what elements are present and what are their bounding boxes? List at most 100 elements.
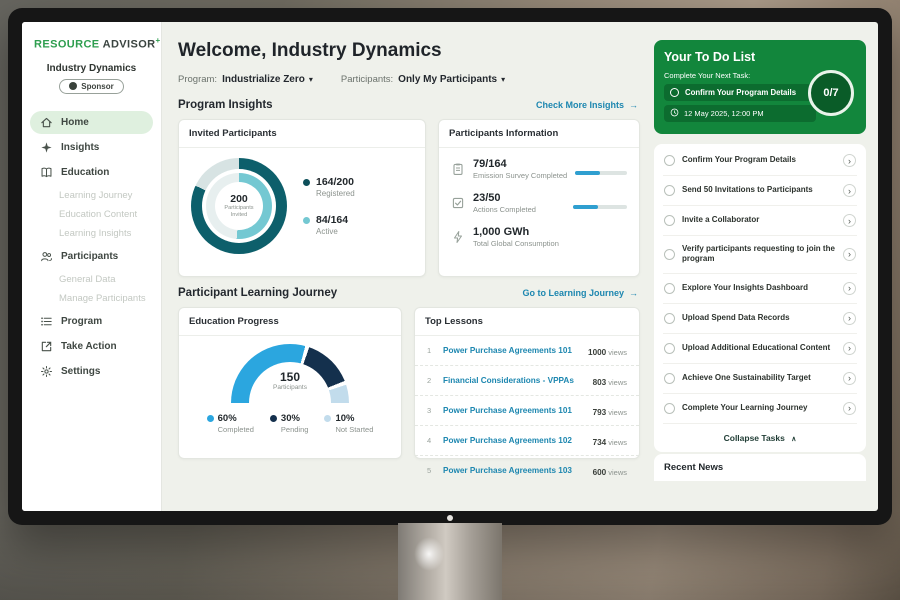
task-row-achieve-target[interactable]: Achieve One Sustainability Target › bbox=[663, 364, 857, 394]
lesson-link[interactable]: Financial Considerations - VPPAs bbox=[443, 376, 585, 385]
task-checkbox[interactable] bbox=[664, 373, 675, 384]
todo-panel: Your To Do List Complete Your Next Task:… bbox=[652, 22, 878, 511]
go-to-learning-journey-link[interactable]: Go to Learning Journey → bbox=[522, 288, 638, 298]
task-row-upload-spend-data[interactable]: Upload Spend Data Records › bbox=[663, 304, 857, 334]
brand-logo: RESOURCE ADVISOR+ bbox=[22, 36, 161, 51]
lesson-link[interactable]: Power Purchase Agreements 101 bbox=[443, 346, 580, 355]
sidebar-item-program[interactable]: Program bbox=[30, 310, 153, 333]
sidebar-item-settings[interactable]: Settings bbox=[30, 360, 153, 383]
chevron-down-icon[interactable]: ▾ bbox=[501, 75, 505, 84]
lesson-row: 2 Financial Considerations - VPPAs 803vi… bbox=[415, 366, 639, 396]
sidebar-item-education[interactable]: Education bbox=[30, 161, 153, 184]
collapse-label: Collapse Tasks bbox=[724, 433, 785, 443]
task-row-send-invitations[interactable]: Send 50 Invitations to Participants › bbox=[663, 176, 857, 206]
sidebar-item-learning-journey[interactable]: Learning Journey bbox=[22, 186, 161, 205]
take-action-icon bbox=[40, 340, 53, 353]
legend-item: 84/164 Active bbox=[303, 214, 355, 236]
task-row-invite-collaborator[interactable]: Invite a Collaborator › bbox=[663, 206, 857, 236]
task-row-verify-participants[interactable]: Verify participants requesting to join t… bbox=[663, 236, 857, 274]
progress-bar bbox=[575, 171, 627, 175]
task-row-upload-educational-content[interactable]: Upload Additional Educational Content › bbox=[663, 334, 857, 364]
collapse-tasks-button[interactable]: Collapse Tasks ∧ bbox=[663, 424, 857, 450]
sidebar-item-label: Education bbox=[61, 167, 109, 178]
task-row-explore-insights[interactable]: Explore Your Insights Dashboard › bbox=[663, 274, 857, 304]
task-checkbox[interactable] bbox=[664, 313, 675, 324]
task-row-complete-learning-journey[interactable]: Complete Your Learning Journey › bbox=[663, 394, 857, 424]
sidebar-nav: Home Insights Education Learning Journey… bbox=[22, 109, 161, 385]
recent-news-header[interactable]: Recent News bbox=[654, 454, 866, 481]
chevron-down-icon[interactable]: ▾ bbox=[309, 75, 313, 84]
sidebar-item-manage-participants[interactable]: Manage Participants bbox=[22, 289, 161, 308]
task-checkbox[interactable] bbox=[664, 185, 675, 196]
views-word: views bbox=[608, 408, 627, 417]
task-checkbox[interactable] bbox=[664, 343, 675, 354]
views-word: views bbox=[608, 468, 627, 477]
legend-value: 10% bbox=[335, 413, 354, 424]
task-row-confirm-program[interactable]: Confirm Your Program Details › bbox=[663, 146, 857, 176]
legend-value: 60% bbox=[218, 413, 237, 424]
lesson-link[interactable]: Power Purchase Agreements 102 bbox=[443, 436, 585, 445]
survey-icon bbox=[451, 162, 465, 176]
task-label: Invite a Collaborator bbox=[682, 215, 836, 225]
sidebar-item-general-data[interactable]: General Data bbox=[22, 270, 161, 289]
section-title: Participant Learning Journey bbox=[178, 287, 337, 299]
insights-icon bbox=[40, 141, 53, 154]
task-checkbox[interactable] bbox=[664, 249, 675, 260]
task-checkbox[interactable] bbox=[664, 283, 675, 294]
legend-item: 60% Completed bbox=[207, 413, 254, 434]
stat-value: 23/50 bbox=[473, 192, 565, 204]
chevron-right-icon[interactable]: › bbox=[843, 214, 856, 227]
sidebar-item-label: Settings bbox=[61, 366, 100, 377]
legend-label: Registered bbox=[316, 189, 355, 198]
views-word: views bbox=[608, 378, 627, 387]
lesson-link[interactable]: Power Purchase Agreements 103 bbox=[443, 466, 585, 475]
card-title: Education Progress bbox=[179, 308, 401, 336]
sidebar-item-insights[interactable]: Insights bbox=[30, 136, 153, 159]
sidebar-item-education-content[interactable]: Education Content bbox=[22, 205, 161, 224]
task-checkbox[interactable] bbox=[664, 215, 675, 226]
participants-filter[interactable]: Participants: Only My Participants ▾ bbox=[341, 74, 505, 85]
todo-progress-ring: 0/7 bbox=[808, 70, 854, 116]
legend-label: Not Started bbox=[335, 425, 373, 434]
lesson-link[interactable]: Power Purchase Agreements 101 bbox=[443, 406, 585, 415]
lesson-row: 5 Power Purchase Agreements 103 600views bbox=[415, 456, 639, 485]
next-task-row[interactable]: Confirm Your Program Details bbox=[664, 84, 816, 101]
sidebar-item-take-action[interactable]: Take Action bbox=[30, 335, 153, 358]
legend-dot-not-started bbox=[324, 415, 331, 422]
chevron-right-icon[interactable]: › bbox=[843, 372, 856, 385]
check-more-insights-link[interactable]: Check More Insights → bbox=[536, 100, 638, 110]
sidebar-item-participants[interactable]: Participants bbox=[30, 245, 153, 268]
section-title: Program Insights bbox=[178, 99, 273, 111]
sidebar-item-home[interactable]: Home bbox=[30, 111, 153, 134]
invited-participants-card: Invited Participants 200 Participants In… bbox=[178, 119, 426, 277]
actions-icon bbox=[451, 196, 465, 210]
chevron-right-icon[interactable]: › bbox=[843, 248, 856, 261]
legend-value: 30% bbox=[281, 413, 300, 424]
program-insights-header: Program Insights Check More Insights → bbox=[178, 99, 638, 111]
program-filter[interactable]: Program: Industrialize Zero ▾ bbox=[178, 74, 313, 85]
chevron-right-icon[interactable]: › bbox=[843, 184, 856, 197]
sponsor-badge: Sponsor bbox=[59, 79, 123, 94]
legend-dot-active bbox=[303, 217, 310, 224]
task-checkbox[interactable] bbox=[664, 403, 675, 414]
home-icon bbox=[40, 116, 53, 129]
link-label: Check More Insights bbox=[536, 100, 624, 110]
main-content: Welcome, Industry Dynamics Program: Indu… bbox=[162, 22, 652, 511]
donut-center-value: 200 bbox=[230, 193, 248, 205]
lesson-rank: 2 bbox=[427, 376, 435, 385]
legend-item: 164/200 Registered bbox=[303, 176, 355, 198]
participants-filter-label: Participants: bbox=[341, 74, 393, 85]
stat-global-consumption: 1,000 GWh Total Global Consumption bbox=[451, 226, 627, 248]
task-checkbox[interactable] bbox=[670, 88, 679, 97]
sidebar-item-learning-insights[interactable]: Learning Insights bbox=[22, 224, 161, 243]
tasks-list-card: Confirm Your Program Details › Send 50 I… bbox=[654, 144, 866, 452]
gauge-center-value: 150 bbox=[231, 370, 349, 384]
chevron-right-icon[interactable]: › bbox=[843, 342, 856, 355]
chevron-right-icon[interactable]: › bbox=[843, 402, 856, 415]
chevron-right-icon[interactable]: › bbox=[843, 312, 856, 325]
chevron-right-icon[interactable]: › bbox=[843, 282, 856, 295]
chevron-right-icon[interactable]: › bbox=[843, 154, 856, 167]
task-label: Complete Your Learning Journey bbox=[682, 403, 836, 413]
sidebar-item-label: Home bbox=[61, 117, 89, 128]
task-checkbox[interactable] bbox=[664, 155, 675, 166]
